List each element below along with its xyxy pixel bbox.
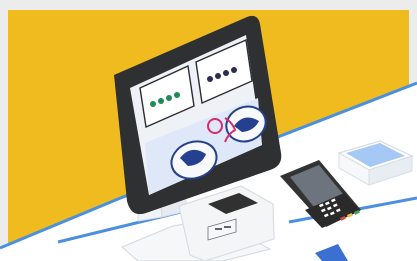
kiosk-illustration <box>0 0 417 261</box>
illustration-frame <box>0 0 417 261</box>
